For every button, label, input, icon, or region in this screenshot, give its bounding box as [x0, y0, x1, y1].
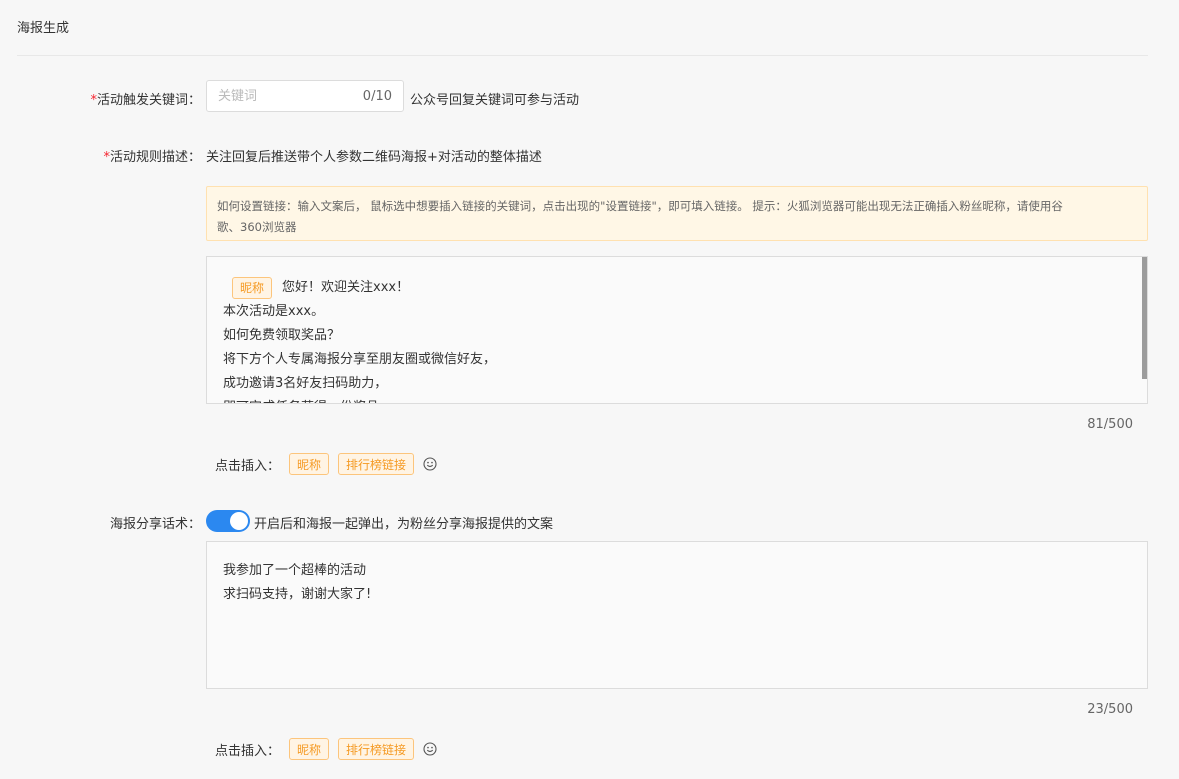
share-editor[interactable]: 我参加了一个超棒的活动 求扫码支持，谢谢大家了! [206, 541, 1148, 689]
editor-line: 将下方个人专属海报分享至朋友圈或微信好友， [223, 352, 497, 367]
editor-line: 本次活动是xxx。 [223, 304, 325, 319]
insert-nickname-tag[interactable]: 昵称 [289, 738, 330, 760]
rule-description: 关注回复后推送带个人参数二维码海报+对活动的整体描述 [206, 150, 542, 165]
insert-nickname-tag[interactable]: 昵称 [289, 453, 330, 475]
rule-insert-row: 点击插入： 昵称 排行榜链接 [215, 452, 437, 476]
insert-label: 点击插入： [215, 743, 281, 759]
editor-line: 求扫码支持，谢谢大家了! [223, 587, 372, 602]
insert-label: 点击插入： [215, 458, 281, 474]
rule-label-text: 活动规则描述： [109, 150, 201, 165]
insert-leaderboard-link-tag[interactable]: 排行榜链接 [338, 738, 415, 760]
editor-scrollbar[interactable] [1142, 257, 1147, 379]
keyword-char-count: 0/10 [362, 89, 392, 104]
rule-label: *活动规则描述： [103, 146, 201, 165]
keyword-hint: 公众号回复关键词可参与活动 [410, 93, 580, 108]
share-toggle-hint: 开启后和海报一起弹出，为粉丝分享海报提供的文案 [254, 517, 554, 532]
keyword-input[interactable] [207, 81, 348, 111]
editor-line: 如何免费领取奖品？ [223, 328, 341, 343]
smile-icon[interactable] [423, 457, 437, 471]
share-insert-row: 点击插入： 昵称 排行榜链接 [215, 737, 437, 761]
editor-line: 即可完成任务获得一份奖品 [223, 396, 1131, 403]
tip-line: 如何设置链接：输入文案后， 鼠标选中想要插入链接的关键词，点击出现的"设置链接"… [217, 199, 1063, 213]
keyword-label-text: 活动触发关键词： [96, 93, 201, 108]
nickname-chip[interactable]: 昵称 [232, 276, 273, 299]
toggle-knob [230, 512, 248, 530]
tip-line: 歌、360浏览器 [217, 220, 297, 234]
share-label: 海报分享话术： [109, 517, 201, 532]
link-tip-box: 如何设置链接：输入文案后， 鼠标选中想要插入链接的关键词，点击出现的"设置链接"… [206, 186, 1148, 241]
title-divider [17, 55, 1148, 56]
editor-line-text: 您好！欢迎关注xxx！ [282, 280, 410, 295]
keyword-input-wrapper: 0/10 [206, 80, 404, 112]
page-title: 海报生成 [17, 21, 70, 36]
insert-leaderboard-link-tag[interactable]: 排行榜链接 [338, 453, 415, 475]
share-char-counter: 23/500 [1087, 702, 1133, 717]
share-toggle[interactable] [206, 510, 250, 532]
smile-icon[interactable] [423, 742, 437, 756]
editor-line: 昵称 您好！欢迎关注xxx！ [223, 276, 1131, 300]
editor-line: 我参加了一个超棒的活动 [223, 563, 367, 578]
rule-editor[interactable]: 昵称 您好！欢迎关注xxx！ 本次活动是xxx。 如何免费领取奖品？ 将下方个人专… [206, 256, 1148, 404]
keyword-label: *活动触发关键词： [90, 89, 201, 108]
editor-line: 成功邀请3名好友扫码助力， [223, 376, 388, 391]
rule-char-counter: 81/500 [1087, 417, 1133, 432]
